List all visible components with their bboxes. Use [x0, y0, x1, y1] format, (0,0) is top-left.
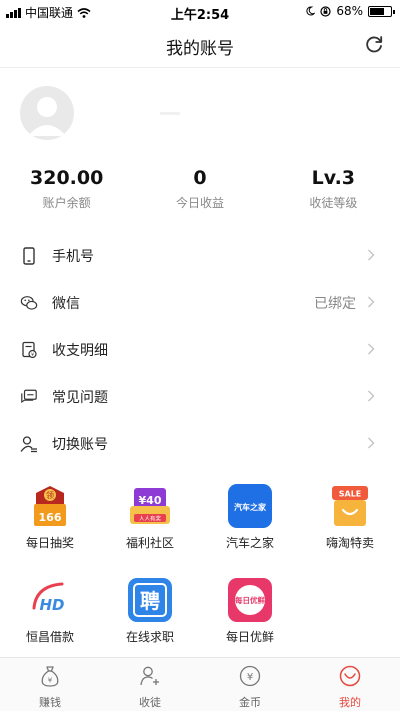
- account-menu: 手机号 微信 已绑定 ¥ 收支明细 常见问题 切换账号: [0, 232, 400, 467]
- sale-badge: SALE: [339, 490, 362, 499]
- stat-label: 今日收益: [175, 196, 224, 210]
- avatar[interactable]: [20, 86, 74, 140]
- faq-icon: [20, 388, 38, 406]
- stat-value: 0: [193, 167, 207, 189]
- lottery-icon: 领 166: [28, 484, 72, 528]
- money-bag-icon: ¥: [41, 666, 59, 687]
- app-online-job[interactable]: 聘 在线求职: [100, 578, 200, 645]
- stats-row: 320.00 账户余额 0 今日收益 Lv.3 收徒等级: [0, 166, 400, 216]
- chevron-right-icon: [368, 437, 375, 449]
- menu-item-label: 收支明细: [52, 342, 108, 359]
- menu-item-label: 常见问题: [52, 389, 108, 406]
- tab-label: 收徒: [139, 696, 161, 709]
- app-autohome[interactable]: 汽车之家 汽车之家: [200, 484, 300, 551]
- status-right: 68%: [305, 4, 395, 18]
- menu-item-wechat[interactable]: 微信 已绑定: [0, 279, 400, 326]
- phone-icon: [20, 246, 38, 265]
- battery-icon: [368, 5, 395, 17]
- nickname-placeholder: [160, 112, 180, 115]
- app-haitao-sale[interactable]: SALE 嗨淘特卖: [300, 484, 400, 551]
- lottery-badge-top: 领: [46, 490, 54, 500]
- lottery-badge-bottom: 166: [39, 511, 62, 524]
- tab-label: 赚钱: [39, 696, 61, 709]
- menu-item-label: 切换账号: [52, 436, 108, 453]
- app-label: 福利社区: [125, 536, 174, 550]
- status-bar: 中国联通 上午2:54 68%: [0, 0, 400, 24]
- wechat-icon: [20, 294, 38, 312]
- smile-icon: [339, 665, 361, 687]
- tab-mine[interactable]: 我的: [300, 658, 400, 711]
- chevron-right-icon: [368, 390, 375, 402]
- menu-item-extra: 已绑定: [314, 295, 356, 312]
- tab-label: 我的: [339, 696, 361, 709]
- menu-item-phone[interactable]: 手机号: [0, 232, 400, 279]
- svg-text:¥: ¥: [48, 677, 53, 685]
- rotation-lock-icon: [320, 5, 331, 17]
- avatar-placeholder-icon: [28, 97, 66, 136]
- svg-text:¥: ¥: [247, 672, 253, 683]
- stat-balance[interactable]: 320.00 账户余额: [0, 166, 133, 216]
- app-label: 嗨淘特卖: [325, 536, 374, 550]
- chevron-right-icon: [368, 249, 375, 261]
- menu-item-faq[interactable]: 常见问题: [0, 373, 400, 420]
- add-user-icon: [140, 666, 159, 686]
- bill-icon: ¥: [20, 341, 38, 359]
- tab-bar: ¥ 赚钱 收徒 ¥ 金币 我的: [0, 657, 400, 711]
- menu-item-switch-account[interactable]: 切换账号: [0, 420, 400, 467]
- hengchang-icon: HD: [28, 578, 72, 622]
- stat-label: 收徒等级: [309, 196, 358, 210]
- page-title: 我的账号: [166, 39, 234, 59]
- daily-fresh-badge: 每日优鲜: [235, 595, 265, 605]
- moon-icon: [306, 6, 316, 16]
- battery-percent: 68%: [336, 4, 363, 18]
- app-label: 每日抽奖: [25, 536, 74, 550]
- tab-earn[interactable]: ¥ 赚钱: [0, 658, 100, 711]
- app-label: 汽车之家: [225, 536, 274, 550]
- app-daily-fresh[interactable]: 每日优鲜 每日优鲜: [200, 578, 300, 645]
- stat-today-earnings[interactable]: 0 今日收益: [133, 166, 266, 216]
- menu-item-label: 微信: [52, 295, 80, 312]
- tab-label: 金币: [239, 696, 261, 709]
- welfare-icon: ¥40 人人有奖: [128, 484, 172, 528]
- stat-level[interactable]: Lv.3 收徒等级: [267, 166, 400, 216]
- chevron-right-icon: [368, 296, 375, 308]
- autohome-icon: 汽车之家: [228, 484, 272, 528]
- autohome-badge: 汽车之家: [234, 502, 267, 512]
- tab-apprentice[interactable]: 收徒: [100, 658, 200, 711]
- chevron-right-icon: [368, 343, 375, 355]
- tab-coins[interactable]: ¥ 金币: [200, 658, 300, 711]
- app-hengchang-loan[interactable]: HD 恒昌借款: [0, 578, 100, 645]
- coin-icon: ¥: [239, 665, 261, 687]
- app-label: 每日优鲜: [225, 630, 274, 644]
- job-icon: 聘: [128, 578, 172, 622]
- app-label: 在线求职: [125, 630, 174, 644]
- app-label: 恒昌借款: [25, 630, 74, 644]
- menu-item-label: 手机号: [52, 248, 94, 265]
- switch-account-icon: [20, 435, 38, 453]
- welfare-badge-bottom: 人人有奖: [139, 515, 162, 523]
- sale-bag-icon: SALE: [328, 484, 372, 528]
- menu-item-bill[interactable]: ¥ 收支明细: [0, 326, 400, 373]
- svg-text:¥: ¥: [31, 352, 34, 358]
- stat-label: 账户余额: [42, 196, 91, 210]
- nav-bar: 我的账号: [0, 24, 400, 68]
- job-badge: 聘: [140, 589, 160, 613]
- stat-value: Lv.3: [311, 167, 356, 189]
- refresh-icon[interactable]: [362, 33, 386, 57]
- stat-value: 320.00: [30, 167, 104, 189]
- hengchang-badge: HD: [39, 596, 64, 614]
- app-daily-lottery[interactable]: 领 166 每日抽奖: [0, 484, 100, 551]
- app-welfare-community[interactable]: ¥40 人人有奖 福利社区: [100, 484, 200, 551]
- daily-fresh-icon: 每日优鲜: [228, 578, 272, 622]
- welfare-badge-top: ¥40: [139, 494, 162, 507]
